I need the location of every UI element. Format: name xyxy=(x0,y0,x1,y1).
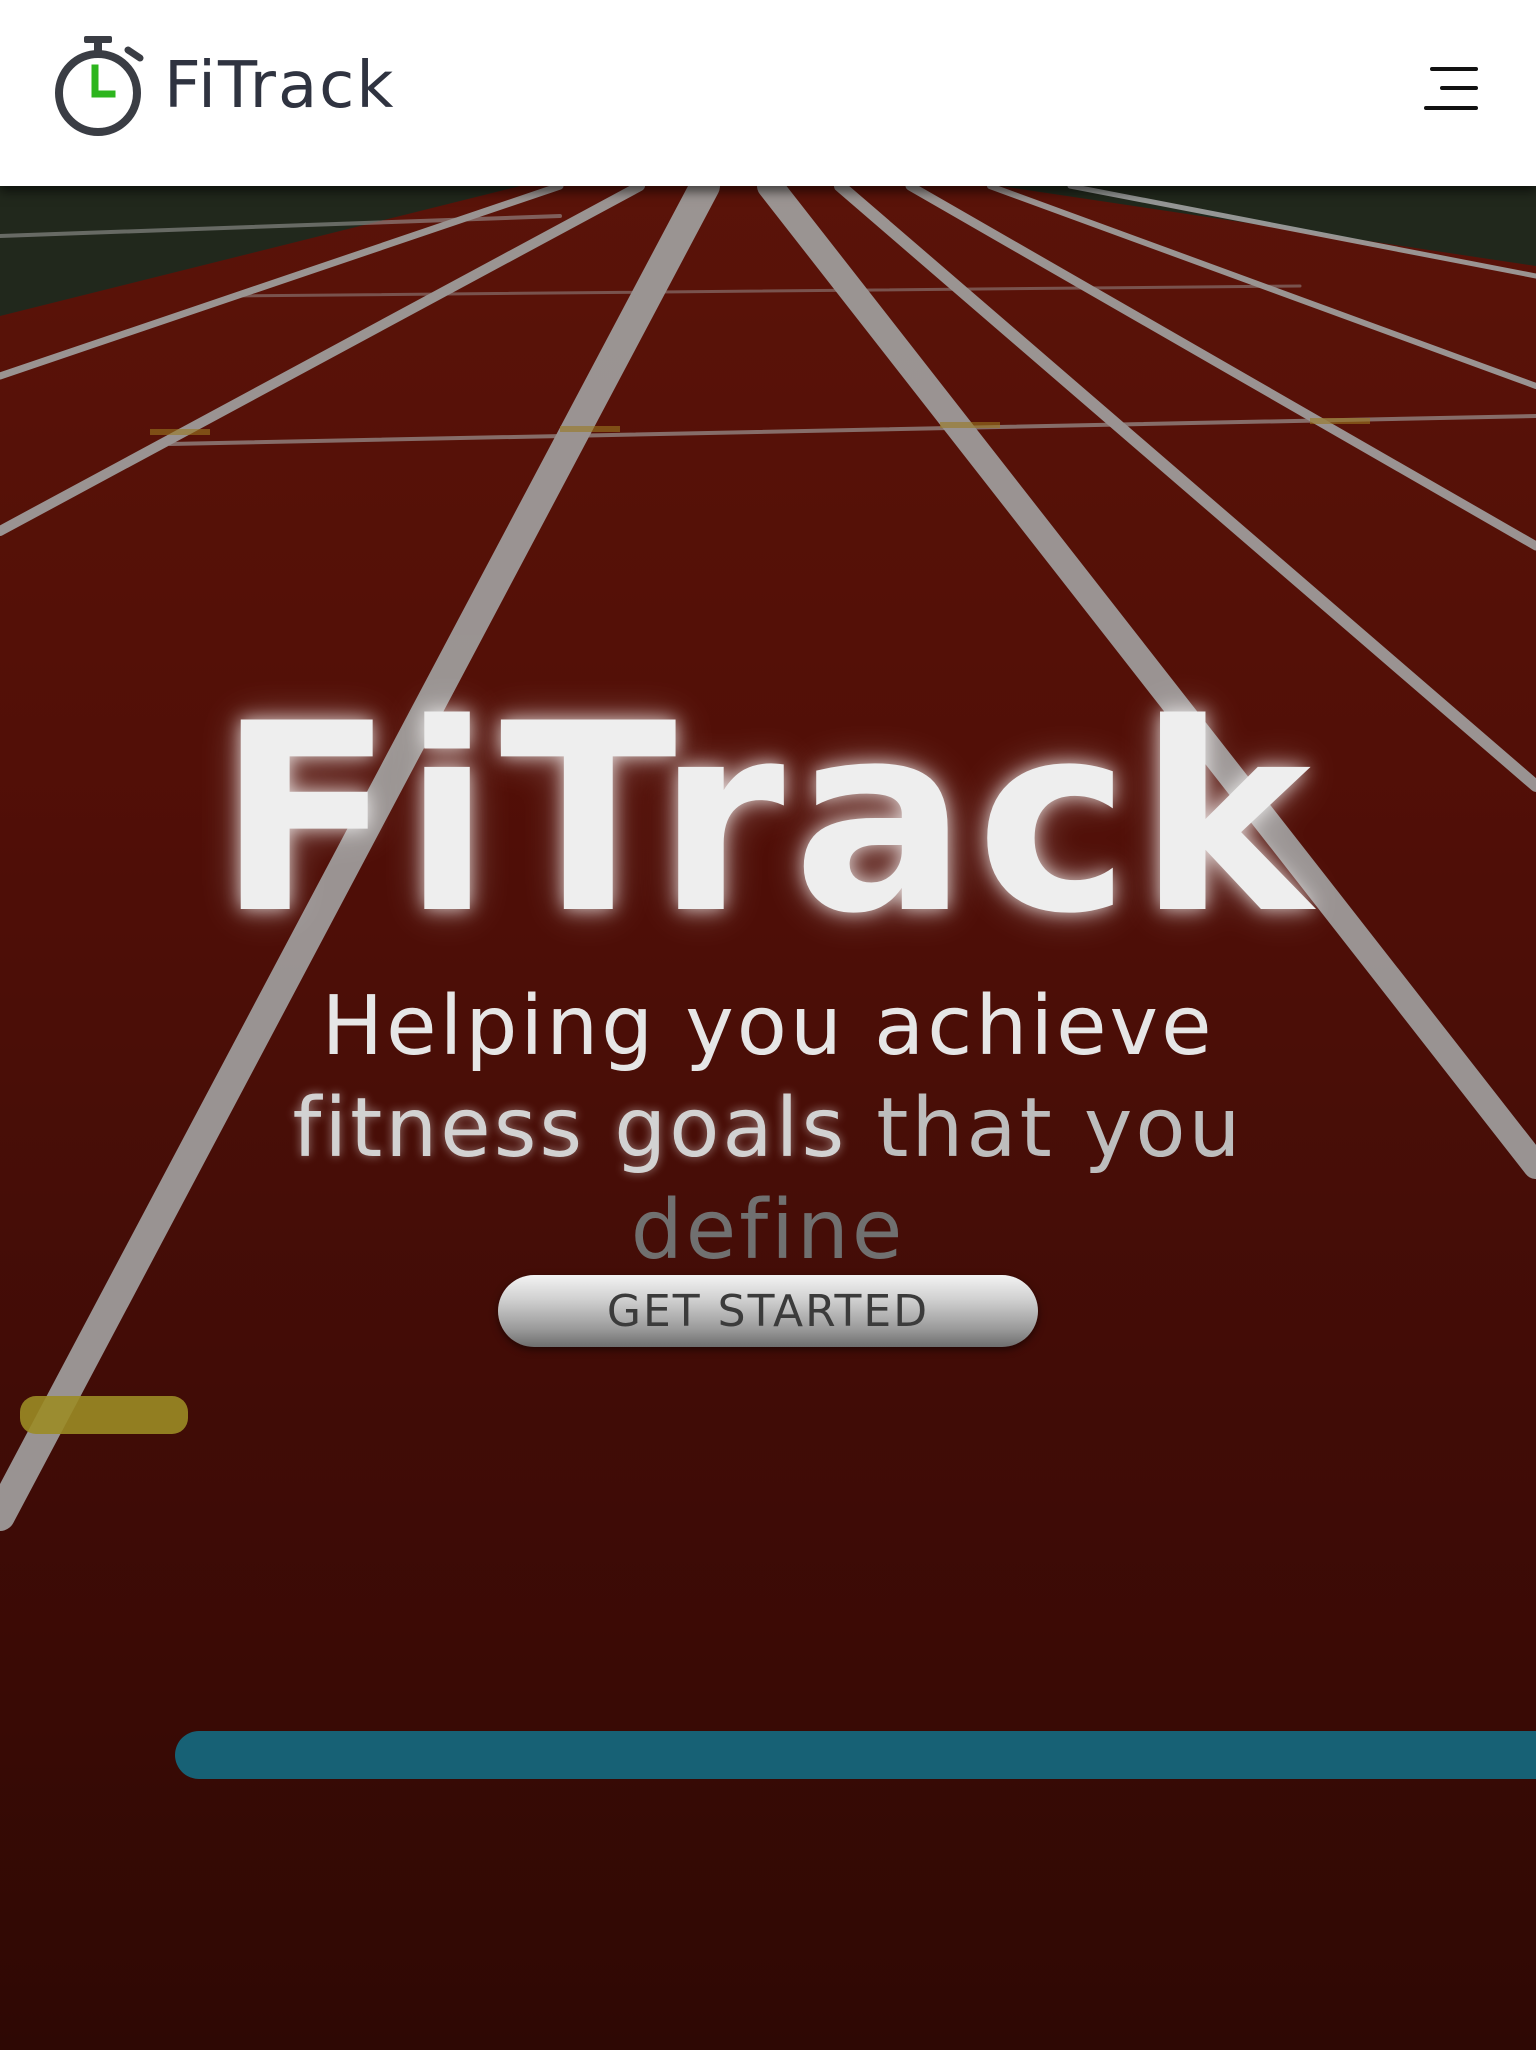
hamburger-menu-icon xyxy=(1424,67,1478,110)
stopwatch-icon xyxy=(55,36,144,136)
hero-tagline: Helping you achieve fitness goals that y… xyxy=(268,976,1268,1282)
brand-name: FiTrack xyxy=(164,49,396,123)
hero-section: FiTrack Helping you achieve fitness goal… xyxy=(0,186,1536,2050)
tagline-part-1: Helping you achieve xyxy=(321,979,1215,1074)
get-started-button[interactable]: GET STARTED xyxy=(498,1275,1038,1347)
tagline-part-2: fitness goals xyxy=(292,1081,848,1176)
tagline-part-3: that you xyxy=(876,1081,1244,1176)
logo[interactable]: FiTrack xyxy=(50,34,395,138)
tagline-part-4: define xyxy=(630,1183,906,1278)
navbar: FiTrack xyxy=(0,0,1536,186)
menu-button[interactable] xyxy=(1424,64,1482,114)
hero-title: FiTrack xyxy=(216,669,1320,972)
